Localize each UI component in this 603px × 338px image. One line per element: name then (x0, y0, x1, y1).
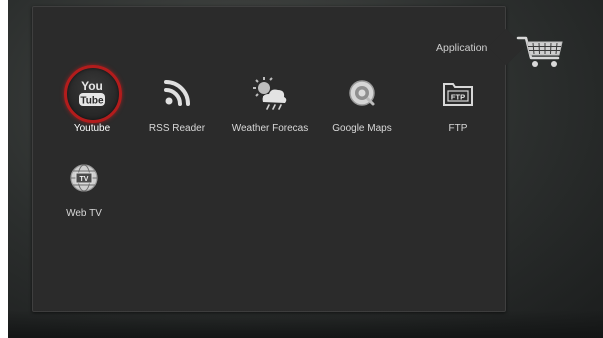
svg-text:Tube: Tube (80, 96, 104, 107)
web-tv-globe-icon: TV (70, 164, 98, 192)
svg-text:You: You (81, 79, 103, 93)
shopping-cart-icon (516, 36, 563, 67)
app-label: Weather Forecas (231, 123, 309, 134)
app-tile-weather[interactable]: Weather Forecas (222, 71, 318, 153)
app-label: RSS Reader (148, 123, 206, 134)
app-label: Web TV (66, 208, 102, 219)
app-tile-web-tv[interactable]: TV Web TV (36, 156, 132, 238)
app-tile-rss-reader[interactable]: RSS Reader (129, 71, 225, 153)
svg-text:FTP: FTP (451, 92, 465, 101)
app-tile-ftp[interactable]: FTP FTP (410, 71, 506, 153)
google-maps-icon (349, 80, 375, 106)
app-label: Youtube (73, 123, 111, 134)
shopping-cart-tab[interactable] (512, 28, 568, 72)
app-label: FTP (448, 123, 468, 134)
app-label: Google Maps (332, 123, 392, 134)
weather-icon (253, 77, 287, 110)
youtube-icon: You Tube (79, 79, 105, 107)
ftp-folder-icon: FTP (443, 83, 473, 106)
svg-text:TV: TV (80, 176, 89, 183)
section-title: Application (436, 42, 488, 54)
app-tile-youtube[interactable]: You Tube Youtube (44, 65, 140, 153)
rss-icon (164, 80, 190, 106)
app-tile-google-maps[interactable]: Google Maps (314, 71, 410, 153)
tv-screen: Application You Tube Youtube RSS Reader … (8, 0, 603, 338)
